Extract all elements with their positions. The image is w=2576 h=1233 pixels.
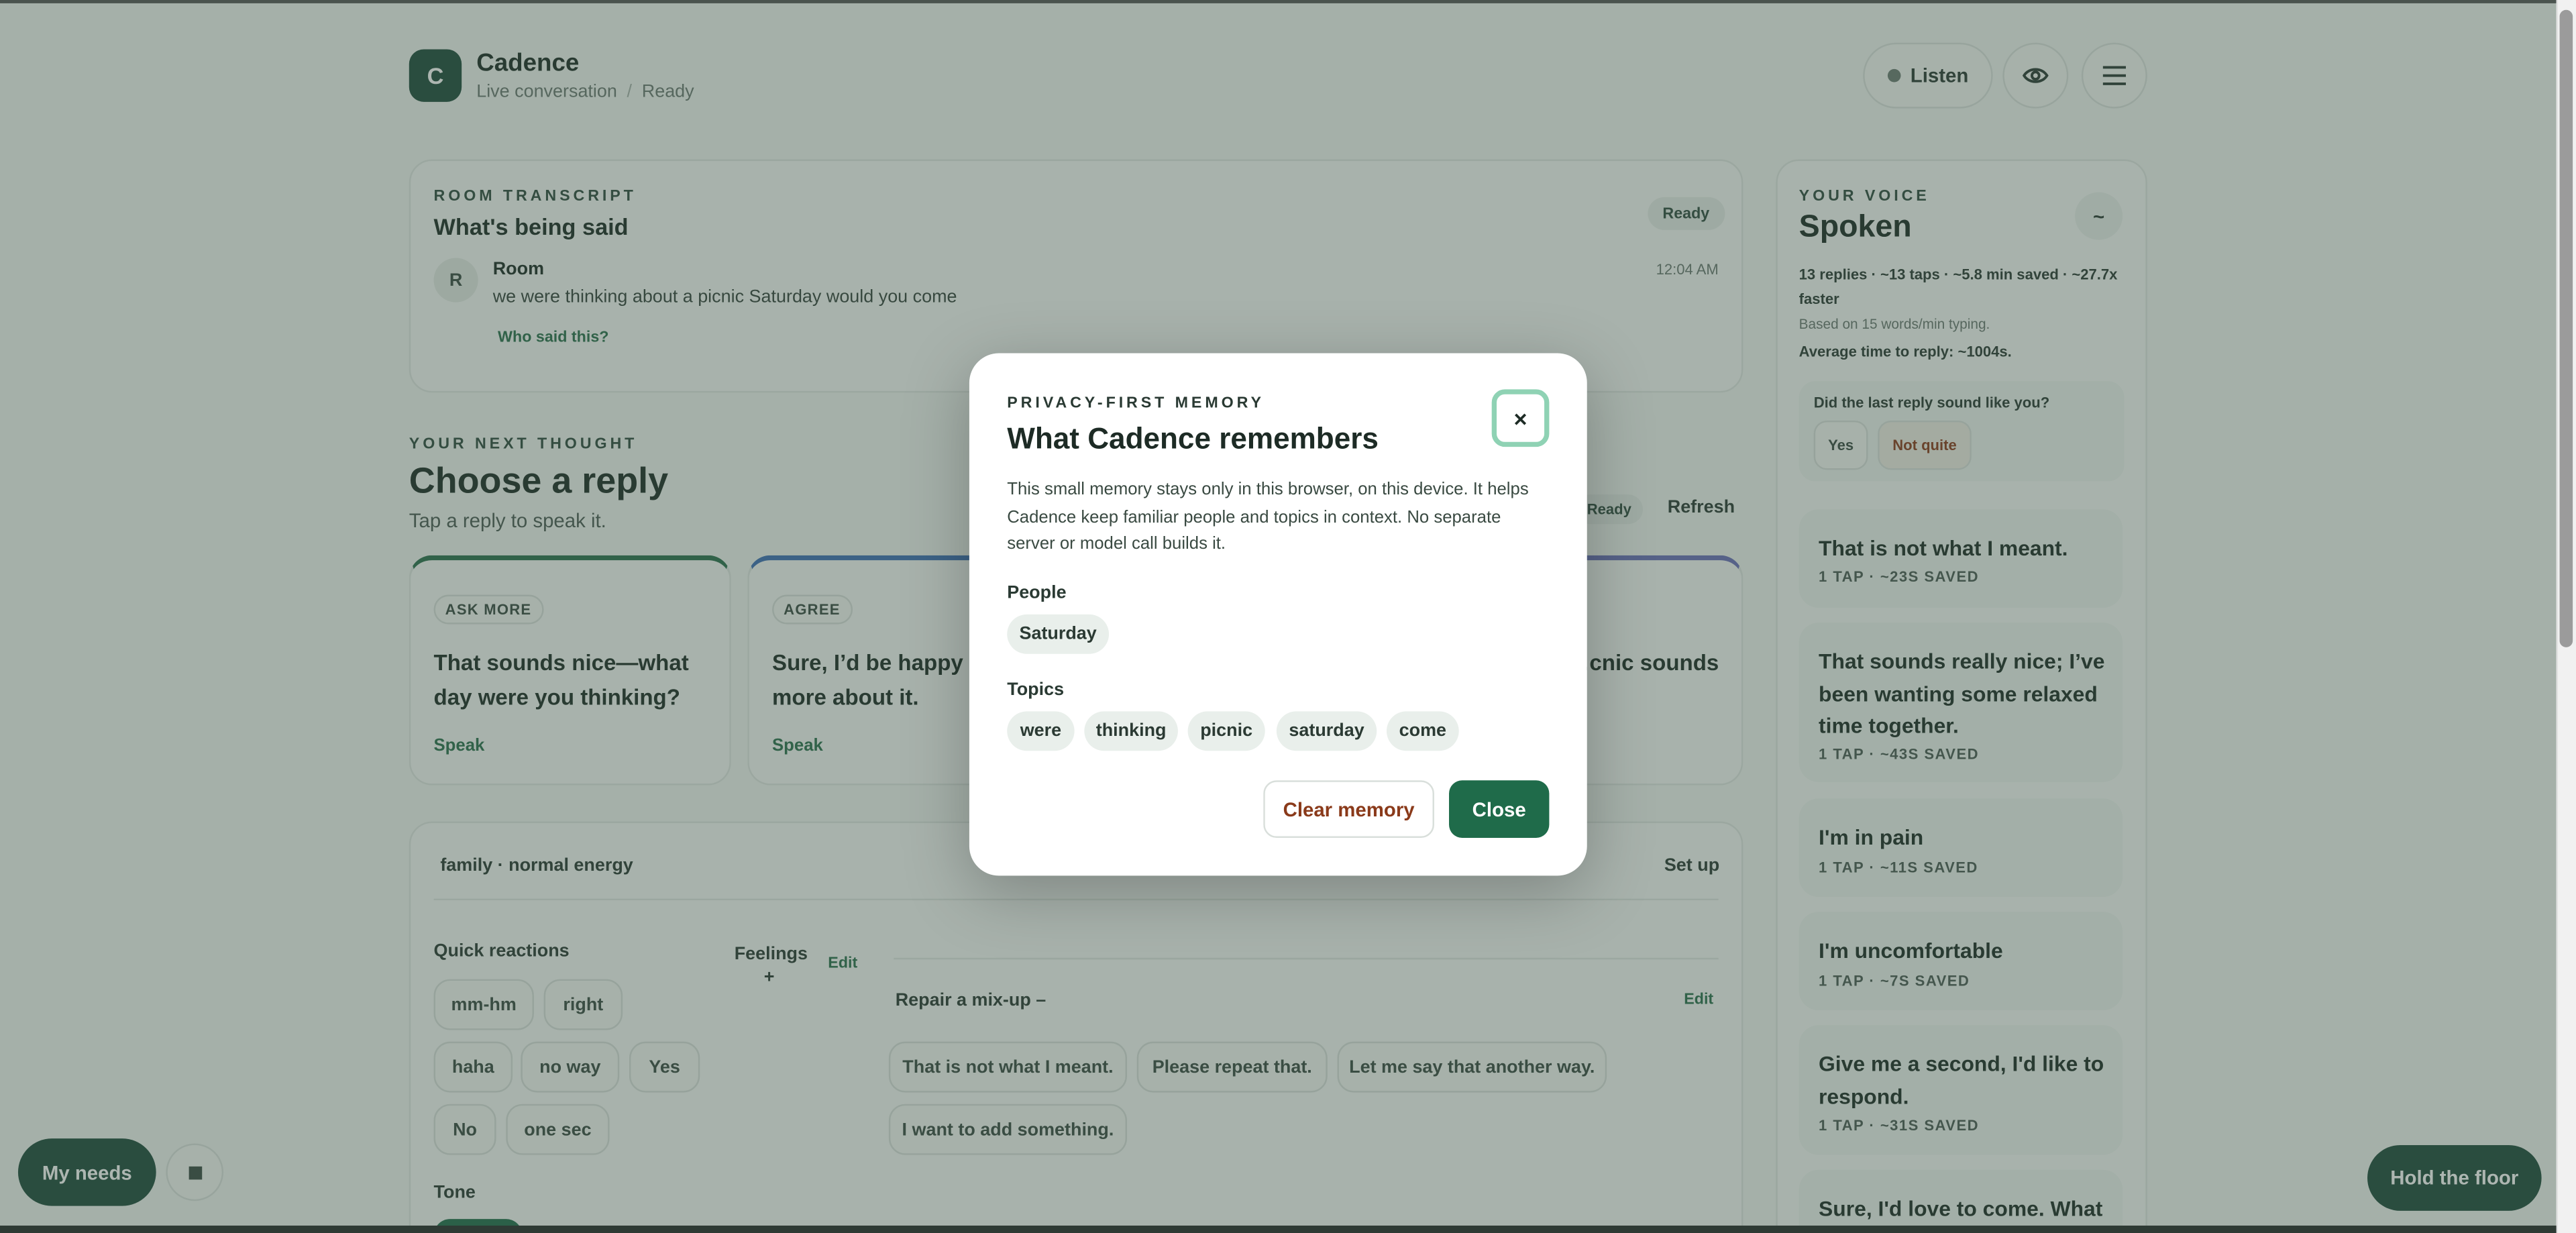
bottom-strip (0, 1225, 2557, 1233)
dialog-eyebrow: PRIVACY-FIRST MEMORY (1007, 394, 1265, 413)
people-label: People (1007, 583, 1067, 603)
dialog-title: What Cadence remembers (1007, 422, 1379, 455)
dialog-close-button[interactable]: Close (1449, 780, 1550, 838)
topic-chip: picnic (1187, 711, 1265, 751)
app-viewport: C Cadence Live conversation / Ready List… (0, 0, 2576, 1233)
people-chip: Saturday (1007, 614, 1110, 654)
memory-dialog: PRIVACY-FIRST MEMORY What Cadence rememb… (969, 353, 1587, 876)
clear-memory-button[interactable]: Clear memory (1263, 780, 1434, 838)
page-scrollbar-thumb[interactable] (2559, 9, 2573, 647)
topic-chip: saturday (1276, 711, 1377, 751)
topics-label: Topics (1007, 680, 1065, 700)
topic-chip: come (1386, 711, 1459, 751)
topic-chip: were (1007, 711, 1075, 751)
topic-chip: thinking (1084, 711, 1178, 751)
dialog-description: This small memory stays only in this bro… (1007, 480, 1529, 554)
close-icon[interactable]: × (1491, 389, 1550, 447)
